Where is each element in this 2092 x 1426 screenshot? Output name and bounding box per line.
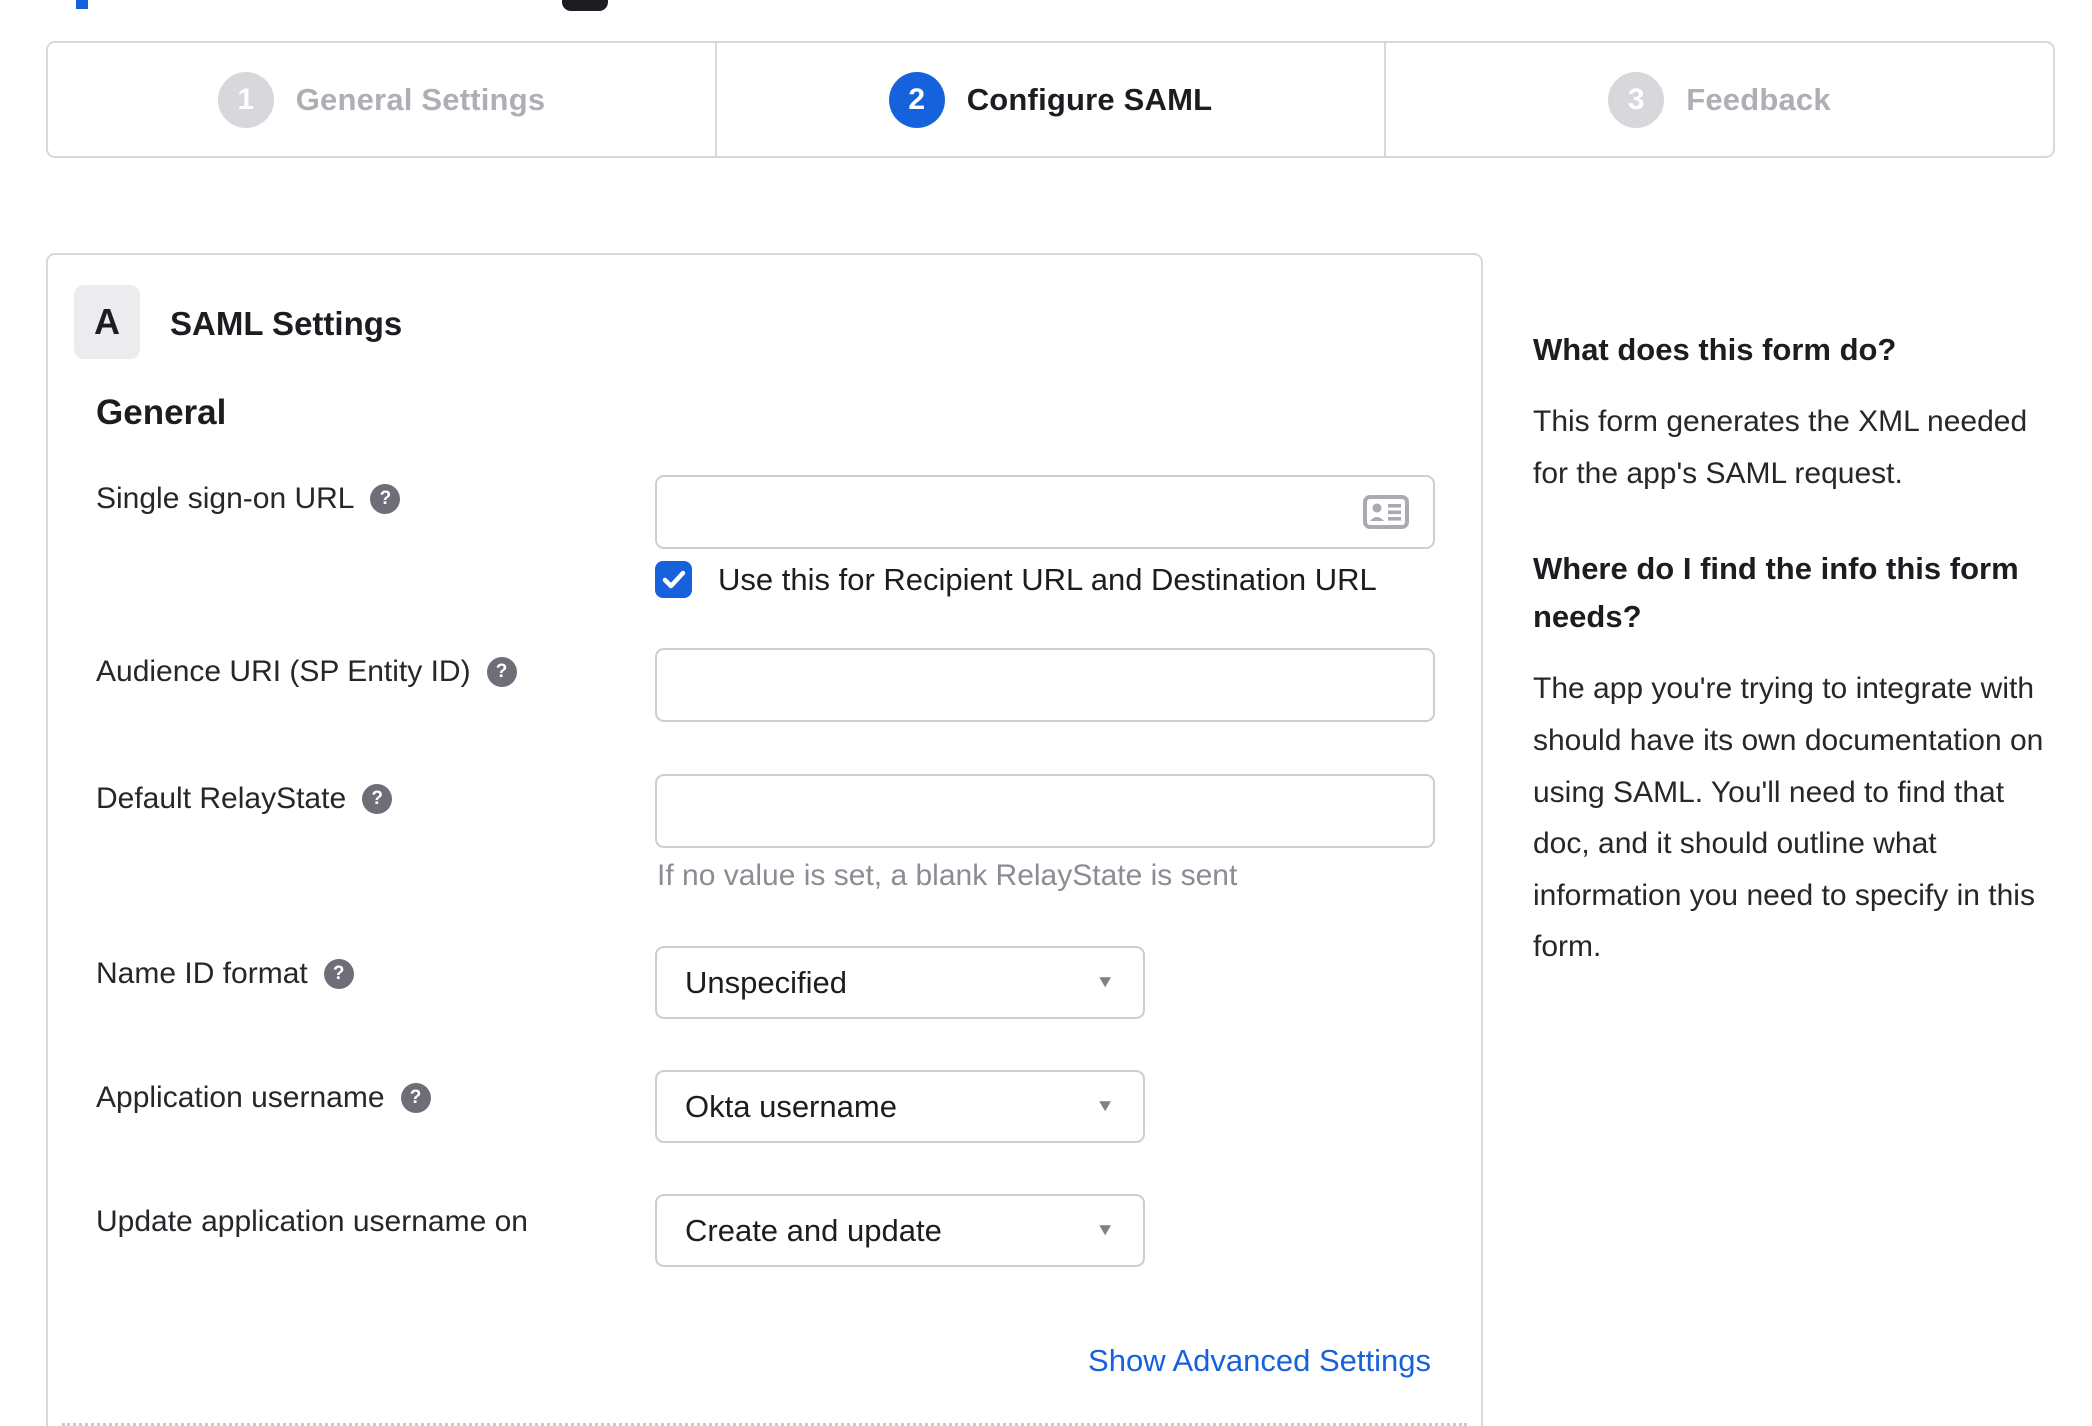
relaystate-input[interactable] — [655, 774, 1435, 848]
step-1-number-badge: 1 — [217, 71, 274, 128]
cutoff-header-fragment — [562, 0, 608, 11]
sso-url-label: Single sign-on URL — [96, 482, 355, 515]
app-username-label: Application username — [96, 1081, 385, 1114]
help-heading-what: What does this form do? — [1533, 332, 1897, 367]
relaystate-label: Default RelayState — [96, 782, 347, 815]
step-general-settings[interactable]: 1 General Settings — [48, 43, 715, 156]
help-heading-where: Where do I find the info this form needs… — [1533, 551, 2019, 635]
chevron-down-icon: ▼ — [1095, 1220, 1115, 1240]
step-3-label: Feedback — [1686, 81, 1831, 117]
help-icon[interactable]: ? — [486, 657, 517, 687]
relaystate-hint: If no value is set, a blank RelayState i… — [657, 859, 1238, 892]
relaystate-label-row: Default RelayState ? — [96, 782, 393, 816]
saml-wizard-screen: 1 General Settings 2 Configure SAML 3 Fe… — [0, 0, 2092, 1426]
sso-url-label-row: Single sign-on URL ? — [96, 482, 401, 516]
audience-uri-input[interactable] — [655, 648, 1435, 722]
nameid-format-value: Unspecified — [685, 964, 847, 1000]
chevron-down-icon: ▼ — [1095, 972, 1115, 992]
checkmark-icon — [662, 570, 685, 588]
section-a-badge: A — [74, 285, 140, 359]
step-feedback[interactable]: 3 Feedback — [1384, 43, 2053, 156]
update-username-label-row: Update application username on — [96, 1205, 528, 1239]
app-username-dropdown[interactable]: Okta username ▼ — [655, 1070, 1145, 1143]
sso-url-input[interactable] — [655, 475, 1435, 549]
saml-settings-panel: A SAML Settings General Single sign-on U… — [46, 253, 1483, 1426]
step-3-number-badge: 3 — [1608, 71, 1665, 128]
nameid-format-label-row: Name ID format ? — [96, 957, 354, 991]
recipient-url-checkbox-row: Use this for Recipient URL and Destinati… — [655, 561, 1377, 598]
update-username-dropdown[interactable]: Create and update ▼ — [655, 1194, 1145, 1267]
app-username-value: Okta username — [685, 1088, 897, 1124]
help-icon[interactable]: ? — [370, 484, 401, 514]
recipient-url-checkbox-label[interactable]: Use this for Recipient URL and Destinati… — [718, 562, 1377, 598]
step-1-label: General Settings — [295, 81, 546, 117]
nameid-format-label: Name ID format — [96, 957, 308, 990]
help-sidebar: What does this form do? This form genera… — [1533, 326, 2045, 1019]
step-2-number-badge: 2 — [888, 71, 945, 128]
section-title: SAML Settings — [170, 305, 403, 342]
audience-uri-label: Audience URI (SP Entity ID) — [96, 655, 471, 688]
recipient-url-checkbox[interactable] — [655, 561, 692, 598]
help-icon[interactable]: ? — [400, 1083, 431, 1113]
help-body-what: This form generates the XML needed for t… — [1533, 405, 2028, 490]
nameid-format-dropdown[interactable]: Unspecified ▼ — [655, 946, 1145, 1019]
audience-uri-label-row: Audience URI (SP Entity ID) ? — [96, 655, 517, 689]
contact-card-icon[interactable] — [1363, 495, 1409, 529]
show-advanced-settings-link[interactable]: Show Advanced Settings — [1088, 1343, 1431, 1379]
step-2-label: Configure SAML — [966, 81, 1213, 117]
help-icon[interactable]: ? — [323, 959, 354, 989]
step-configure-saml[interactable]: 2 Configure SAML — [715, 43, 1384, 156]
chevron-down-icon: ▼ — [1095, 1096, 1115, 1116]
general-group-title: General — [96, 393, 227, 432]
update-username-label: Update application username on — [96, 1205, 528, 1238]
help-icon[interactable]: ? — [362, 784, 393, 814]
help-body-where: The app you're trying to integrate with … — [1533, 672, 2044, 964]
cutoff-logo-fragment — [76, 0, 88, 9]
wizard-stepper: 1 General Settings 2 Configure SAML 3 Fe… — [46, 41, 2055, 158]
update-username-value: Create and update — [685, 1212, 942, 1248]
app-username-label-row: Application username ? — [96, 1081, 431, 1115]
